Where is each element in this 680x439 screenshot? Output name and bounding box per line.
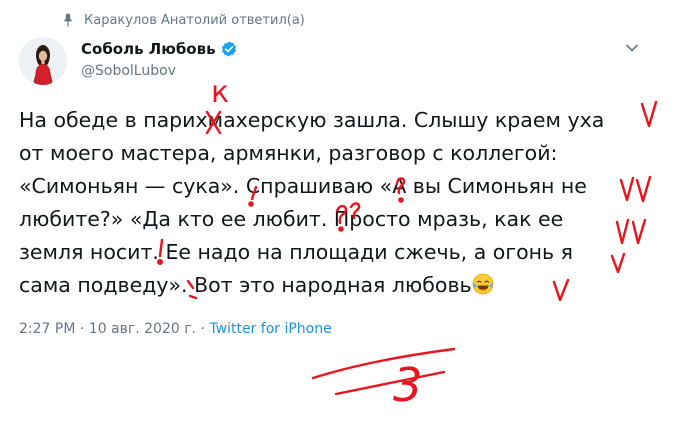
tweet-line: сама подведу». Вот это народная любовь xyxy=(19,273,472,297)
tweet-line: На обеде в парихмахерскую зашла. Слышу к… xyxy=(19,108,605,132)
tweet-source-link[interactable]: Twitter for iPhone xyxy=(209,321,331,337)
face-with-tears-of-joy-icon xyxy=(472,273,494,295)
author-block[interactable]: Соболь Любовь @SobolLubov xyxy=(81,39,238,79)
tweet-line: от моего мастера, армянки, разговор с ко… xyxy=(19,141,558,165)
tweet-meta: 2:27 PM · 10 авг. 2020 г. · Twitter for … xyxy=(19,321,332,337)
author-name[interactable]: Соболь Любовь xyxy=(81,40,216,58)
chevron-down-icon[interactable] xyxy=(624,40,640,56)
tweet-text: На обеде в парихмахерскую зашла. Слышу к… xyxy=(19,104,659,302)
verified-badge-icon xyxy=(221,41,236,57)
tweet-date[interactable]: 10 авг. 2020 г. xyxy=(89,321,196,337)
author-handle[interactable]: @SobolLubov xyxy=(81,63,238,79)
avatar[interactable] xyxy=(19,37,67,85)
tweet-time[interactable]: 2:27 PM xyxy=(19,321,75,337)
tweet-line-last: сама подведу». Вот это народная любовь xyxy=(19,269,659,302)
tweet-line: любите?» «Да кто ее любит. Просто мразь,… xyxy=(19,207,564,231)
meta-separator: · xyxy=(196,321,210,337)
reply-context[interactable]: Каракулов Анатолий ответил(а) xyxy=(60,10,305,30)
tweet-line: земля носит. Ее надо на площади сжечь, а… xyxy=(19,240,573,264)
avatar-image xyxy=(19,37,67,85)
pin-icon xyxy=(64,13,72,27)
reply-context-text[interactable]: Каракулов Анатолий ответил(а) xyxy=(84,13,305,28)
meta-separator: · xyxy=(75,321,89,337)
tweet-line: «Симоньян — сука». Спрашиваю «А вы Симон… xyxy=(19,174,587,198)
grade-mark: 3 xyxy=(393,358,422,412)
